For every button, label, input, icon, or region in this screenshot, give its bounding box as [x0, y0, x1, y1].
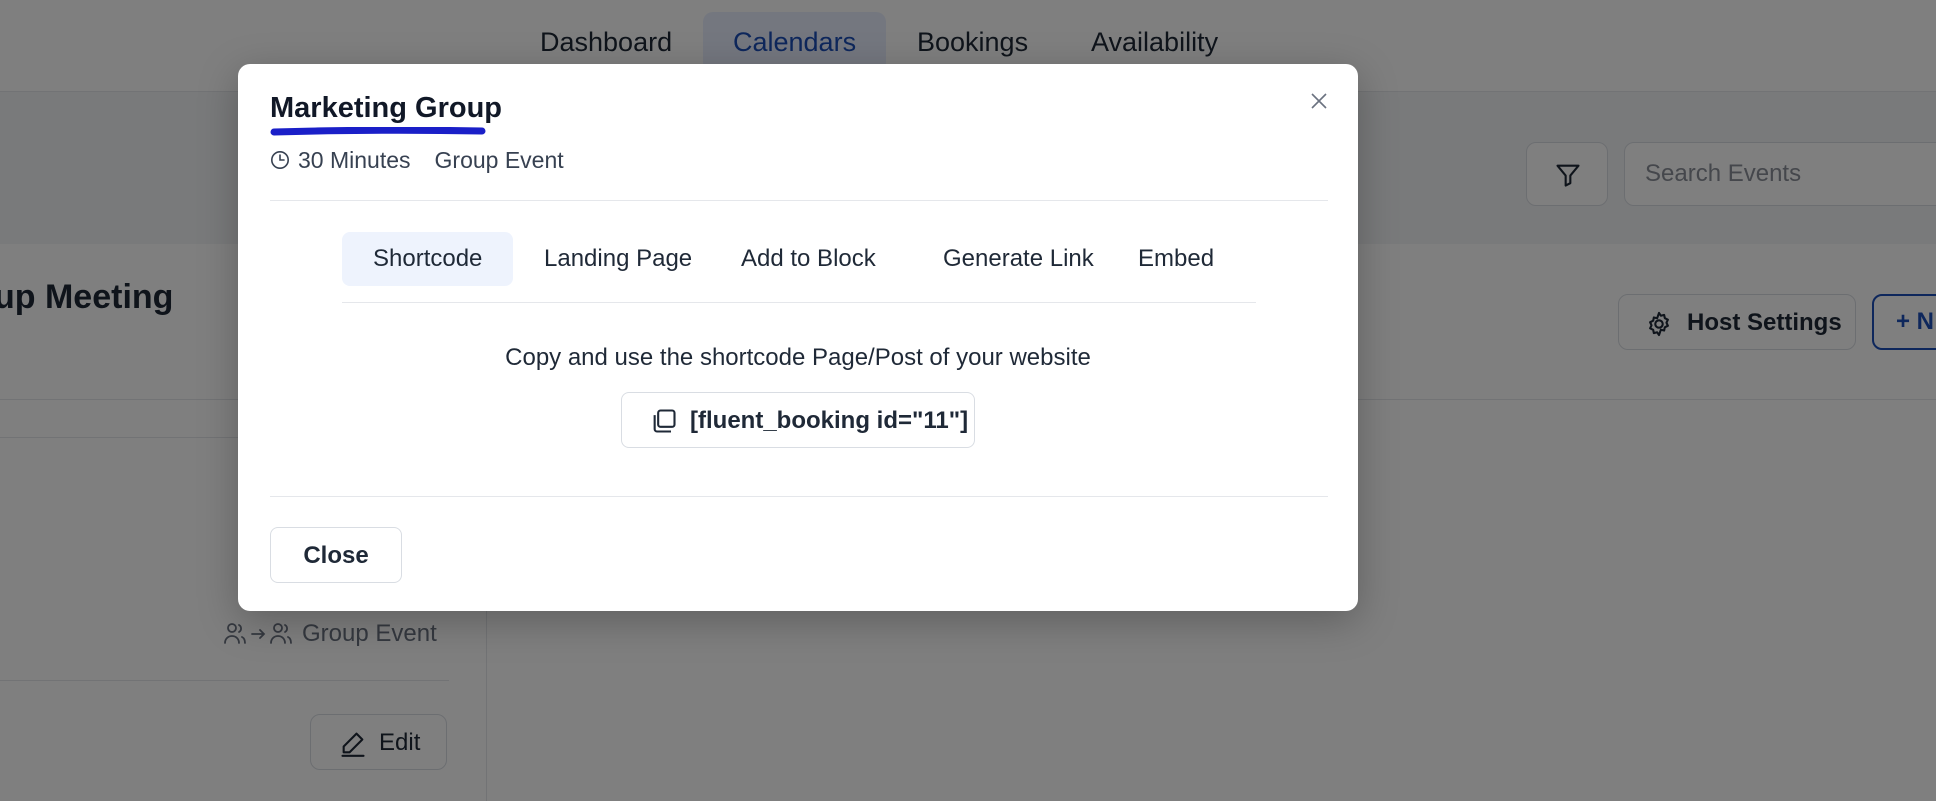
tab-embed[interactable]: Embed	[1107, 232, 1245, 286]
event-meta: 30 Minutes Group Event	[270, 144, 564, 176]
close-label: Close	[303, 542, 369, 569]
close-button[interactable]: Close	[270, 527, 402, 583]
shortcode-instruction: Copy and use the shortcode Page/Post of …	[505, 344, 1091, 371]
copy-shortcode-button[interactable]: [fluent_booking id="11"]	[621, 392, 975, 448]
modal-title: Marketing Group	[270, 92, 503, 124]
modal-header-divider	[270, 200, 1328, 201]
modal-footer-divider	[270, 496, 1328, 497]
tab-landing-page[interactable]: Landing Page	[513, 232, 723, 286]
tab-generate-link[interactable]: Generate Link	[912, 232, 1125, 286]
close-icon	[1311, 93, 1327, 109]
share-event-modal: Marketing Group 30 Minutes Group Event S…	[238, 64, 1358, 611]
tab-shortcode[interactable]: Shortcode	[342, 232, 514, 286]
tabs-underline	[342, 302, 1256, 303]
tab-add-to-block[interactable]: Add to Block	[710, 232, 907, 286]
shortcode-text: [fluent_booking id="11"]	[690, 407, 969, 434]
title-underline	[270, 127, 486, 136]
event-duration: 30 Minutes	[298, 146, 411, 173]
clock-icon	[271, 151, 289, 169]
copy-icon	[653, 409, 676, 433]
modal-close-button[interactable]	[1304, 86, 1334, 116]
event-type: Group Event	[434, 146, 564, 173]
